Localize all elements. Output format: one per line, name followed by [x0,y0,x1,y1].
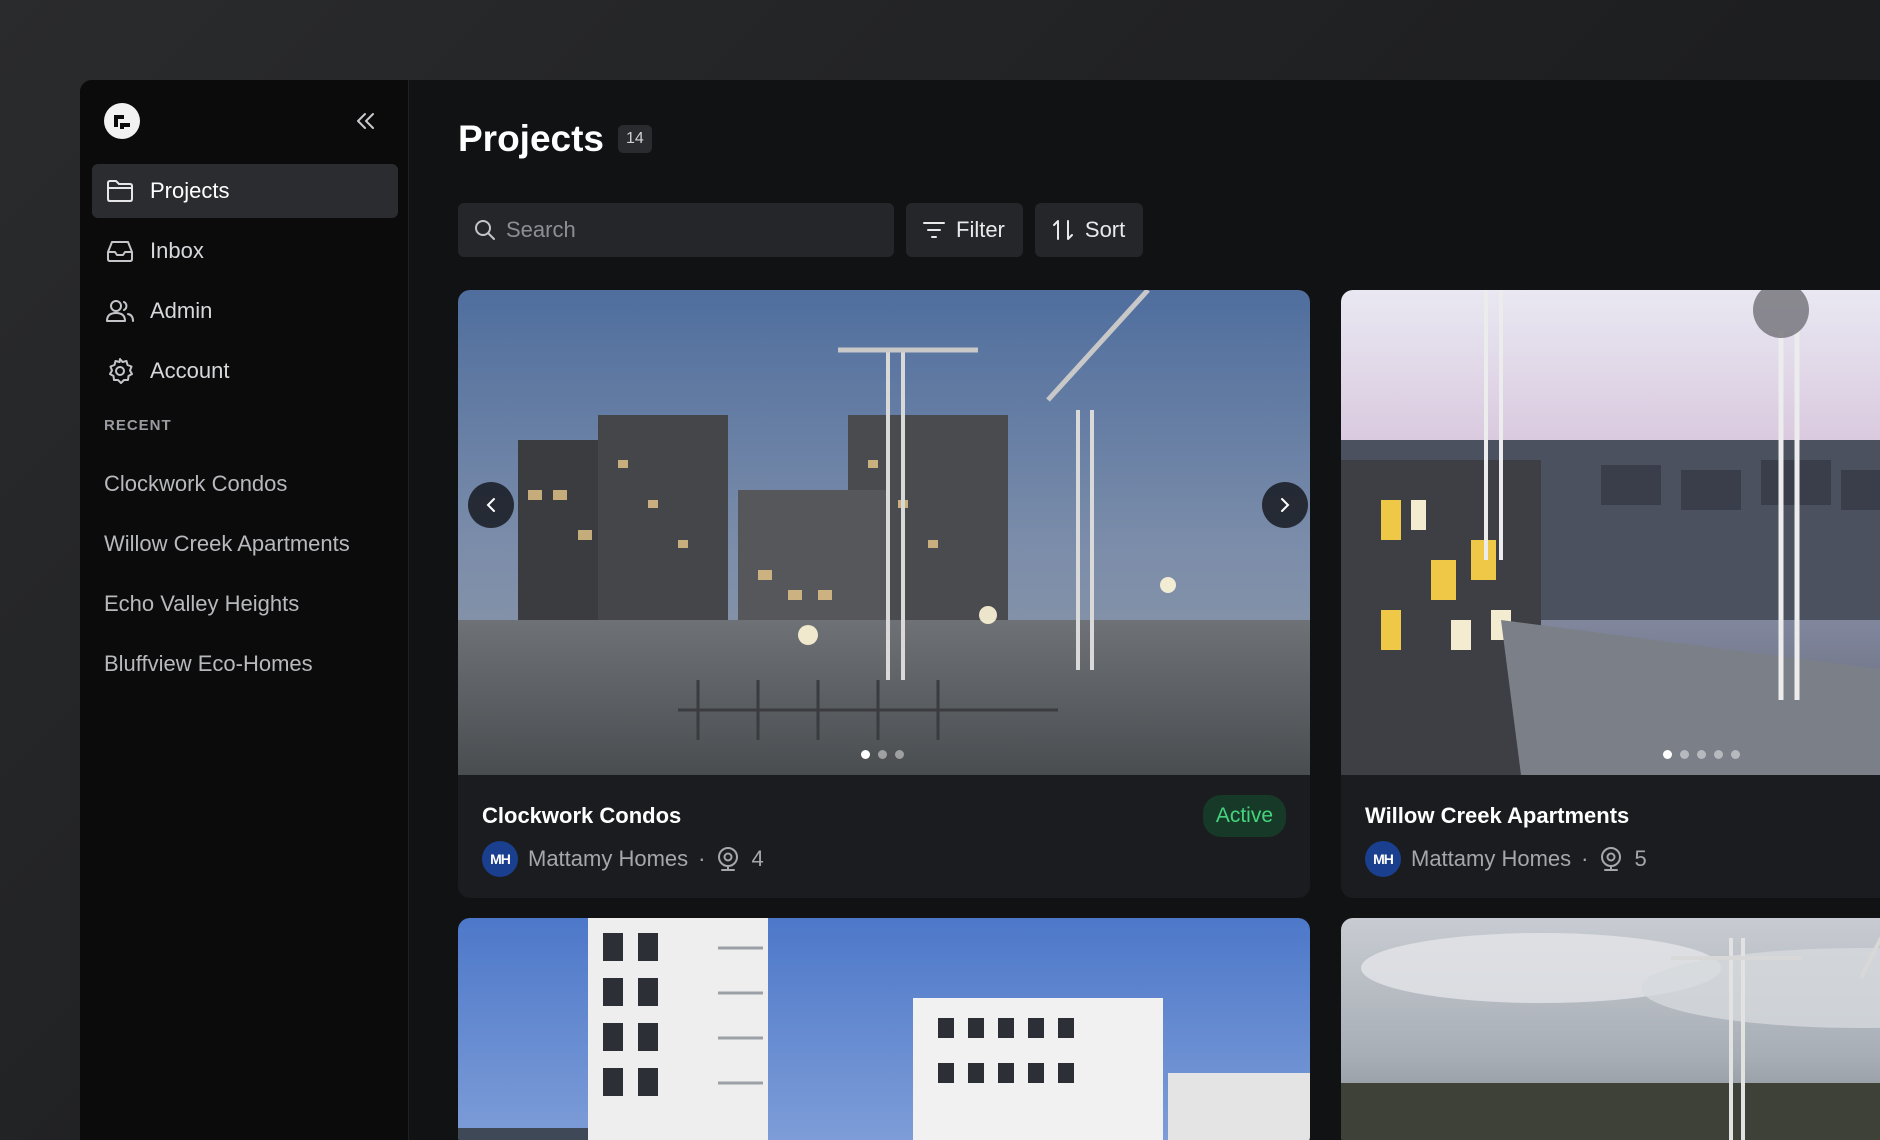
nav-item-label: Account [150,358,230,383]
collapse-sidebar-button[interactable] [352,108,380,134]
next-photo-button[interactable] [1262,482,1308,528]
project-photo [458,918,1310,1140]
company-name: Mattamy Homes [528,846,689,871]
nav-item-label: Projects [150,178,230,203]
construction-site-photo [458,290,1310,775]
filter-icon [923,222,945,238]
chevrons-left-icon [357,113,374,129]
camera-icon [718,847,739,871]
project-card-info: Clockwork Condos Active MH Mattamy Homes… [458,775,1310,898]
sort-label: Sort [1084,217,1126,242]
project-photo [1341,290,1880,775]
sidebar: Projects Inbox Admin Account RECENT Cloc… [80,80,409,1140]
nav-item-admin[interactable]: Admin [92,284,398,338]
nav-item-projects[interactable]: Projects [92,164,398,218]
filter-label: Filter [956,217,1005,242]
construction-site-photo [1341,290,1880,775]
search-icon [475,220,495,240]
nav-item-label: Inbox [150,238,204,263]
toolbar: Filter Sort [458,203,1144,257]
photo-pagination-dots [1663,750,1740,759]
recent-list: Clockwork Condos Willow Creek Apartments… [92,454,398,694]
search-box[interactable] [458,203,894,257]
chevron-left-icon [486,498,495,512]
company-name: Mattamy Homes [1411,846,1572,871]
company-logo: MH [482,841,518,877]
project-photo [458,290,1310,775]
nav-item-inbox[interactable]: Inbox [92,224,398,278]
primary-nav: Projects Inbox Admin Account [92,164,398,404]
app-window: Projects Inbox Admin Account RECENT Cloc… [80,80,1880,1140]
meta-separator: · [698,846,706,871]
sort-button[interactable]: Sort [1034,203,1144,257]
recent-item-echo-valley-heights[interactable]: Echo Valley Heights [92,574,398,634]
folder-icon [104,175,136,207]
logo-mark-icon [114,115,130,129]
project-photo [1341,918,1880,1140]
project-card[interactable] [1341,918,1880,1140]
project-card[interactable] [458,918,1310,1140]
company-logo: MH [1365,841,1401,877]
nav-item-account[interactable]: Account [92,344,398,398]
app-logo[interactable] [104,103,140,139]
project-meta: MH Mattamy Homes · 5 [1365,841,1647,877]
gear-icon [104,355,136,387]
inbox-icon [104,235,136,267]
camera-icon [1601,847,1622,871]
recent-item-willow-creek-apartments[interactable]: Willow Creek Apartments [92,514,398,574]
pagination-dot[interactable] [1680,750,1689,759]
project-card[interactable]: Willow Creek Apartments MH Mattamy Homes… [1341,290,1880,898]
project-title[interactable]: Willow Creek Apartments [1365,803,1629,829]
construction-site-photo [458,918,1310,1140]
sort-icon [1052,220,1073,240]
recent-heading: RECENT [104,417,172,434]
project-title[interactable]: Clockwork Condos [482,803,681,829]
construction-site-photo [1341,918,1880,1140]
pagination-dot[interactable] [1731,750,1740,759]
chevron-right-icon [1281,498,1290,512]
pagination-dot-active[interactable] [861,750,870,759]
project-card[interactable]: Clockwork Condos Active MH Mattamy Homes… [458,290,1310,898]
meta-separator: · [1581,846,1589,871]
project-meta: MH Mattamy Homes · 4 [482,841,764,877]
project-count-badge: 14 [618,125,652,153]
users-icon [104,295,136,327]
pagination-dot[interactable] [1697,750,1706,759]
pagination-dot-active[interactable] [1663,750,1672,759]
project-card-info: Willow Creek Apartments MH Mattamy Homes… [1341,775,1880,898]
pagination-dot[interactable] [878,750,887,759]
previous-photo-button[interactable] [468,482,514,528]
recent-item-clockwork-condos[interactable]: Clockwork Condos [92,454,398,514]
camera-count: 4 [751,846,764,871]
filter-button[interactable]: Filter [906,203,1023,257]
page-title: Projects [458,118,605,159]
pagination-dot[interactable] [895,750,904,759]
nav-item-label: Admin [150,298,213,323]
camera-count: 5 [1634,846,1647,871]
photo-pagination-dots [861,750,904,759]
recent-item-bluffview-eco-homes[interactable]: Bluffview Eco-Homes [92,634,398,694]
search-input[interactable] [506,217,866,243]
page-header: Projects 14 [458,118,652,160]
status-badge: Active [1202,795,1286,837]
main-content: Projects 14 Filter Sort [409,80,1880,1140]
pagination-dot[interactable] [1714,750,1723,759]
